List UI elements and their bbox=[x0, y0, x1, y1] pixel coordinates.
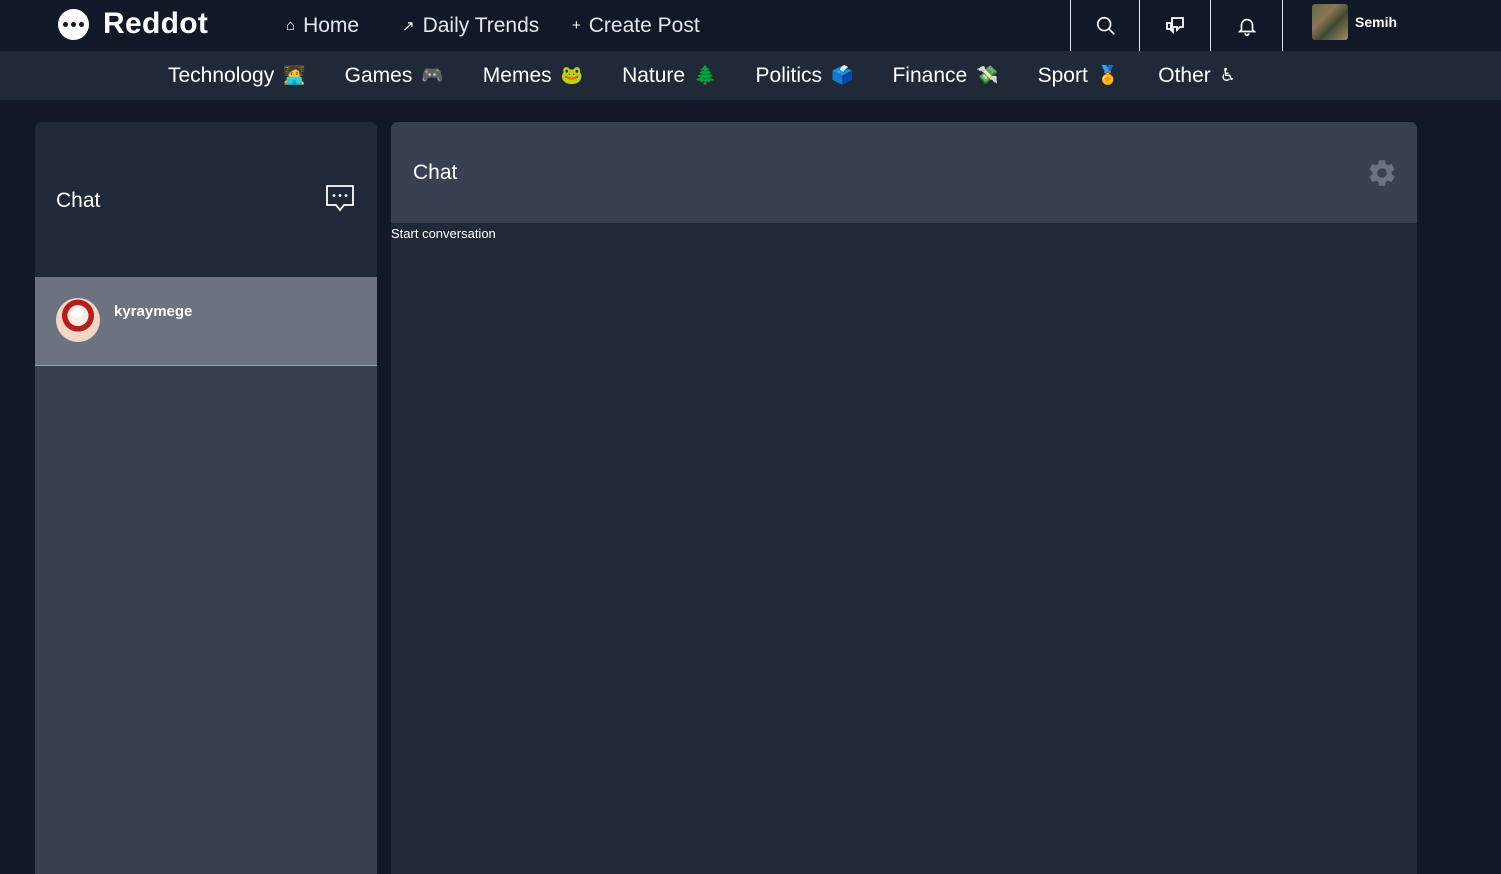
home-icon: ⌂ bbox=[286, 17, 296, 34]
category-label: Technology bbox=[168, 63, 275, 87]
top-navbar: Reddot ⌂ Home ↗ Daily Trends + Create Po… bbox=[0, 0, 1501, 51]
nav-daily-trends-link[interactable]: ↗ Daily Trends bbox=[402, 0, 539, 51]
technologist-icon: 🧑‍💻 bbox=[283, 65, 306, 85]
nav-daily-trends-label: Daily Trends bbox=[422, 13, 540, 37]
nav-home-label: Home bbox=[303, 13, 360, 37]
chat-window: Chat Start conversation bbox=[391, 122, 1417, 874]
bell-icon bbox=[1237, 18, 1256, 36]
category-label: Other bbox=[1158, 63, 1211, 87]
chat-list-title: Chat bbox=[56, 189, 101, 212]
category-nature[interactable]: Nature 🌲 bbox=[622, 64, 716, 88]
category-memes[interactable]: Memes 🐸 bbox=[483, 64, 583, 88]
conversation-item[interactable]: kyraymege bbox=[35, 277, 377, 366]
category-label: Finance bbox=[892, 63, 968, 87]
messages-icon bbox=[1166, 16, 1184, 34]
money-wings-icon: 💸 bbox=[976, 65, 999, 85]
user-name: Semih bbox=[1355, 14, 1398, 30]
category-bar: Technology 🧑‍💻 Games 🎮 Memes 🐸 Nature 🌲 … bbox=[0, 51, 1501, 100]
new-chat-icon[interactable] bbox=[324, 183, 356, 215]
user-menu[interactable]: Semih bbox=[1312, 4, 1397, 40]
notifications-button[interactable] bbox=[1210, 0, 1283, 51]
nav-create-post-link[interactable]: + Create Post bbox=[572, 0, 700, 51]
category-label: Nature bbox=[622, 63, 686, 87]
avatar bbox=[56, 298, 100, 342]
chat-header: Chat bbox=[391, 122, 1417, 223]
category-games[interactable]: Games 🎮 bbox=[345, 64, 444, 88]
nav-home-link[interactable]: ⌂ Home bbox=[286, 0, 359, 51]
gamepad-icon: 🎮 bbox=[421, 65, 444, 85]
chat-list-panel: Chat kyraymege bbox=[35, 122, 377, 874]
category-label: Memes bbox=[482, 63, 552, 87]
category-label: Politics bbox=[755, 63, 823, 87]
wheelchair-icon: ♿ bbox=[1219, 65, 1236, 85]
category-politics[interactable]: Politics 🗳️ bbox=[756, 64, 854, 88]
chat-title: Chat bbox=[413, 161, 458, 184]
nav-create-post-label: Create Post bbox=[588, 13, 700, 37]
messages-button[interactable] bbox=[1139, 0, 1210, 51]
category-label: Sport bbox=[1037, 63, 1088, 87]
category-sport[interactable]: Sport 🏅 bbox=[1038, 64, 1120, 88]
category-technology[interactable]: Technology 🧑‍💻 bbox=[168, 64, 306, 88]
user-avatar bbox=[1312, 4, 1348, 40]
chat-list-header: Chat bbox=[35, 122, 377, 277]
frog-icon: 🐸 bbox=[560, 65, 584, 85]
category-other[interactable]: Other ♿ bbox=[1158, 64, 1236, 88]
search-icon bbox=[1096, 16, 1115, 35]
conversation-name: kyraymege bbox=[114, 303, 193, 320]
gear-icon[interactable] bbox=[1366, 157, 1398, 189]
plus-icon: + bbox=[572, 17, 581, 34]
search-button[interactable] bbox=[1070, 0, 1140, 51]
brand-name: Reddot bbox=[103, 7, 209, 40]
category-label: Games bbox=[344, 63, 413, 87]
medal-icon: 🏅 bbox=[1096, 65, 1120, 85]
ballot-box-icon: 🗳️ bbox=[831, 65, 854, 85]
category-finance[interactable]: Finance 💸 bbox=[892, 64, 998, 88]
tree-icon: 🌲 bbox=[694, 65, 717, 85]
trending-icon: ↗ bbox=[402, 17, 415, 35]
brand-logo[interactable]: Reddot bbox=[58, 7, 208, 41]
reddot-logo-icon bbox=[58, 8, 89, 40]
empty-conversation-text: Start conversation bbox=[391, 226, 496, 241]
